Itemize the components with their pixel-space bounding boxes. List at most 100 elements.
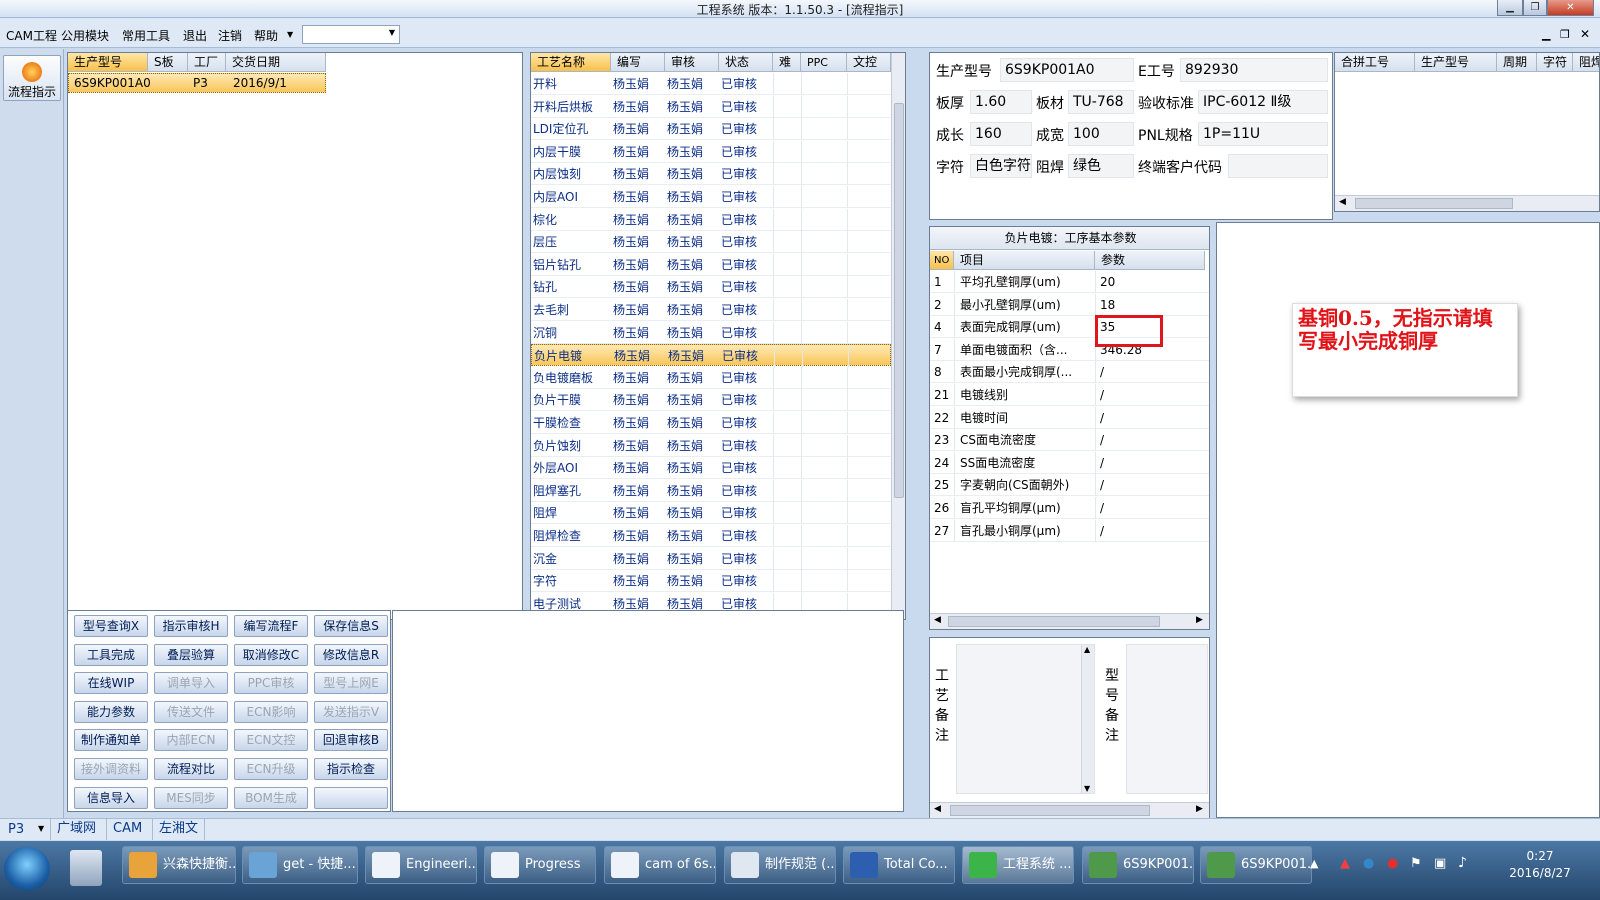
param-row[interactable]: 8 表面最小完成铜厚(... /: [930, 361, 1209, 384]
process-row[interactable]: 阻焊 杨玉娟 杨玉娟 已审核: [531, 502, 891, 525]
taskbar-item[interactable]: 6S9KP001...: [1082, 846, 1194, 884]
process-row[interactable]: 去毛刺 杨玉娟 杨玉娟 已审核: [531, 299, 891, 321]
col-delivery-date[interactable]: 交货日期: [226, 53, 326, 72]
param-row[interactable]: 1 平均孔壁铜厚(um) 20: [930, 271, 1209, 293]
menu-cam[interactable]: CAM工程: [6, 27, 57, 44]
maximize-button[interactable]: ❐: [1523, 0, 1547, 16]
process-row[interactable]: 外层AOI 杨玉娟 杨玉娟 已审核: [531, 457, 891, 480]
param-row[interactable]: 24 SS面电流密度 /: [930, 451, 1209, 474]
col-difficulty[interactable]: 难: [773, 53, 801, 72]
order-row[interactable]: 6S9KP001A0 P3 2016/9/1: [68, 73, 326, 93]
col-model[interactable]: 生产型号: [68, 53, 148, 72]
param-row[interactable]: 26 盲孔平均铜厚(μm) /: [930, 497, 1209, 519]
clock[interactable]: 0:27 2016/8/27: [1490, 848, 1590, 882]
tray-network-icon[interactable]: ▣: [1434, 856, 1446, 871]
process-row[interactable]: 负片电镀 杨玉娟 杨玉娟 已审核: [531, 344, 891, 368]
process-row[interactable]: 负电镀磨板 杨玉娟 杨玉娟 已审核: [531, 366, 891, 389]
action-button-16[interactable]: 制作通知单: [74, 729, 148, 752]
action-button-0[interactable]: 型号查询X: [74, 615, 148, 637]
action-button-8[interactable]: 在线WIP: [74, 672, 148, 695]
process-row[interactable]: 负片蚀刻 杨玉娟 杨玉娟 已审核: [531, 434, 891, 457]
col-combine-period[interactable]: 周期: [1497, 53, 1537, 72]
action-button-26[interactable]: BOM生成: [234, 786, 308, 809]
remarks-scroll-thumb[interactable]: [950, 805, 1150, 816]
param-row[interactable]: 22 电镀时间 /: [930, 406, 1209, 429]
action-button-1[interactable]: 指示审核H: [154, 615, 228, 637]
menu-logout[interactable]: 注销: [218, 27, 242, 44]
col-combine-no[interactable]: 合拼工号: [1335, 53, 1415, 72]
action-button-18[interactable]: ECN文控: [234, 729, 308, 752]
taskbar-item[interactable]: 制作规范 (...: [724, 846, 836, 884]
param-row[interactable]: 27 盲孔最小铜厚(μm) /: [930, 519, 1209, 542]
field-width[interactable]: 100: [1068, 122, 1134, 146]
action-button-21[interactable]: 流程对比: [154, 758, 228, 780]
field-e-no[interactable]: 892930: [1180, 58, 1328, 82]
action-button-9[interactable]: 调单导入: [154, 672, 228, 695]
field-customer[interactable]: [1228, 154, 1328, 178]
process-row[interactable]: 铝片钻孔 杨玉娟 杨玉娟 已审核: [531, 253, 891, 276]
site-dropdown-icon[interactable]: ▼: [38, 824, 44, 833]
param-row[interactable]: 23 CS面电流密度 /: [930, 429, 1209, 452]
remarks-hscroll[interactable]: ◀ ▶: [930, 802, 1209, 818]
combine-scroll-thumb[interactable]: [1355, 198, 1513, 209]
process-row[interactable]: 开料 杨玉娟 杨玉娟 已审核: [531, 73, 891, 95]
field-char[interactable]: 白色字符: [970, 154, 1032, 178]
param-row[interactable]: 7 单面电镀面积（含... 346.28: [930, 338, 1209, 361]
process-row[interactable]: 负片干膜 杨玉娟 杨玉娟 已审核: [531, 389, 891, 412]
col-reviewer[interactable]: 审核: [665, 53, 719, 72]
tray-security-icon[interactable]: ●: [1387, 856, 1398, 871]
mdi-minimize-icon[interactable]: ▁: [1542, 28, 1550, 41]
process-row[interactable]: LDI定位孔 杨玉娟 杨玉娟 已审核: [531, 118, 891, 141]
process-scroll-thumb[interactable]: [894, 103, 904, 498]
action-button-13[interactable]: 传送文件: [154, 700, 228, 723]
process-row[interactable]: 内层AOI 杨玉娟 杨玉娟 已审核: [531, 186, 891, 208]
taskbar-item[interactable]: 兴森快捷衡...: [122, 846, 236, 884]
action-button-6[interactable]: 取消修改C: [234, 643, 308, 666]
menu-tools[interactable]: 常用工具: [122, 27, 170, 44]
field-thickness[interactable]: 1.60: [970, 90, 1032, 114]
minimize-button[interactable]: ▁: [1497, 0, 1523, 16]
scroll-right-icon[interactable]: ▶: [1196, 804, 1203, 814]
menu-combo[interactable]: ▼: [302, 25, 400, 44]
param-row[interactable]: 21 电镀线别 /: [930, 384, 1209, 406]
col-item[interactable]: 项目: [954, 251, 1095, 270]
action-button-3[interactable]: 保存信息S: [314, 615, 388, 637]
tray-volume-icon[interactable]: ♪: [1458, 855, 1467, 871]
process-row[interactable]: 棕化 杨玉娟 杨玉娟 已审核: [531, 208, 891, 231]
col-ppc[interactable]: PPC: [801, 53, 847, 72]
tray-app-icon[interactable]: ▲: [1340, 856, 1350, 871]
scroll-up-icon[interactable]: ▲: [1084, 645, 1090, 654]
taskbar-item[interactable]: 工程系统 ...: [962, 846, 1074, 884]
col-sboard[interactable]: S板: [148, 53, 188, 72]
taskbar-item[interactable]: cam of 6s...: [604, 846, 716, 884]
start-button[interactable]: [4, 847, 50, 891]
process-row[interactable]: 钻孔 杨玉娟 杨玉娟 已审核: [531, 276, 891, 299]
action-button-14[interactable]: ECN影响: [234, 700, 308, 723]
col-combine-model[interactable]: 生产型号: [1415, 53, 1497, 72]
tray-browser-icon[interactable]: ●: [1363, 856, 1374, 871]
scroll-left-icon[interactable]: ◀: [1339, 197, 1346, 207]
process-row[interactable]: 内层蚀刻 杨玉娟 杨玉娟 已审核: [531, 163, 891, 186]
params-hscroll[interactable]: ◀ ▶: [930, 613, 1209, 629]
process-row[interactable]: 开料后烘板 杨玉娟 杨玉娟 已审核: [531, 95, 891, 118]
action-button-19[interactable]: 回退审核B: [314, 729, 388, 752]
scroll-right-icon[interactable]: ▶: [1196, 615, 1203, 625]
menu-exit[interactable]: 退出: [183, 27, 207, 44]
process-row[interactable]: 阻焊塞孔 杨玉娟 杨玉娟 已审核: [531, 479, 891, 502]
field-model[interactable]: 6S9KP001A0: [1000, 58, 1134, 82]
action-button-10[interactable]: PPC审核: [234, 672, 308, 695]
taskbar-item[interactable]: get - 快捷...: [242, 846, 358, 884]
taskbar-item[interactable]: Engineeri...: [365, 846, 477, 884]
scroll-down-icon[interactable]: ▼: [1084, 784, 1090, 793]
col-combine-char[interactable]: 字符: [1537, 53, 1573, 72]
action-button-11[interactable]: 型号上网E: [314, 672, 388, 695]
process-scrollbar[interactable]: [891, 53, 905, 619]
action-button-12[interactable]: 能力参数: [74, 700, 148, 723]
col-process-name[interactable]: 工艺名称: [531, 53, 611, 72]
scroll-left-icon[interactable]: ◀: [934, 615, 941, 625]
col-combine-mask[interactable]: 阻焊: [1573, 53, 1599, 72]
process-row[interactable]: 沉金 杨玉娟 杨玉娟 已审核: [531, 547, 891, 570]
process-row[interactable]: 干膜检查 杨玉娟 杨玉娟 已审核: [531, 412, 891, 434]
field-standard[interactable]: IPC-6012 Ⅱ级: [1198, 90, 1328, 114]
param-row[interactable]: 2 最小孔壁铜厚(um) 18: [930, 293, 1209, 316]
